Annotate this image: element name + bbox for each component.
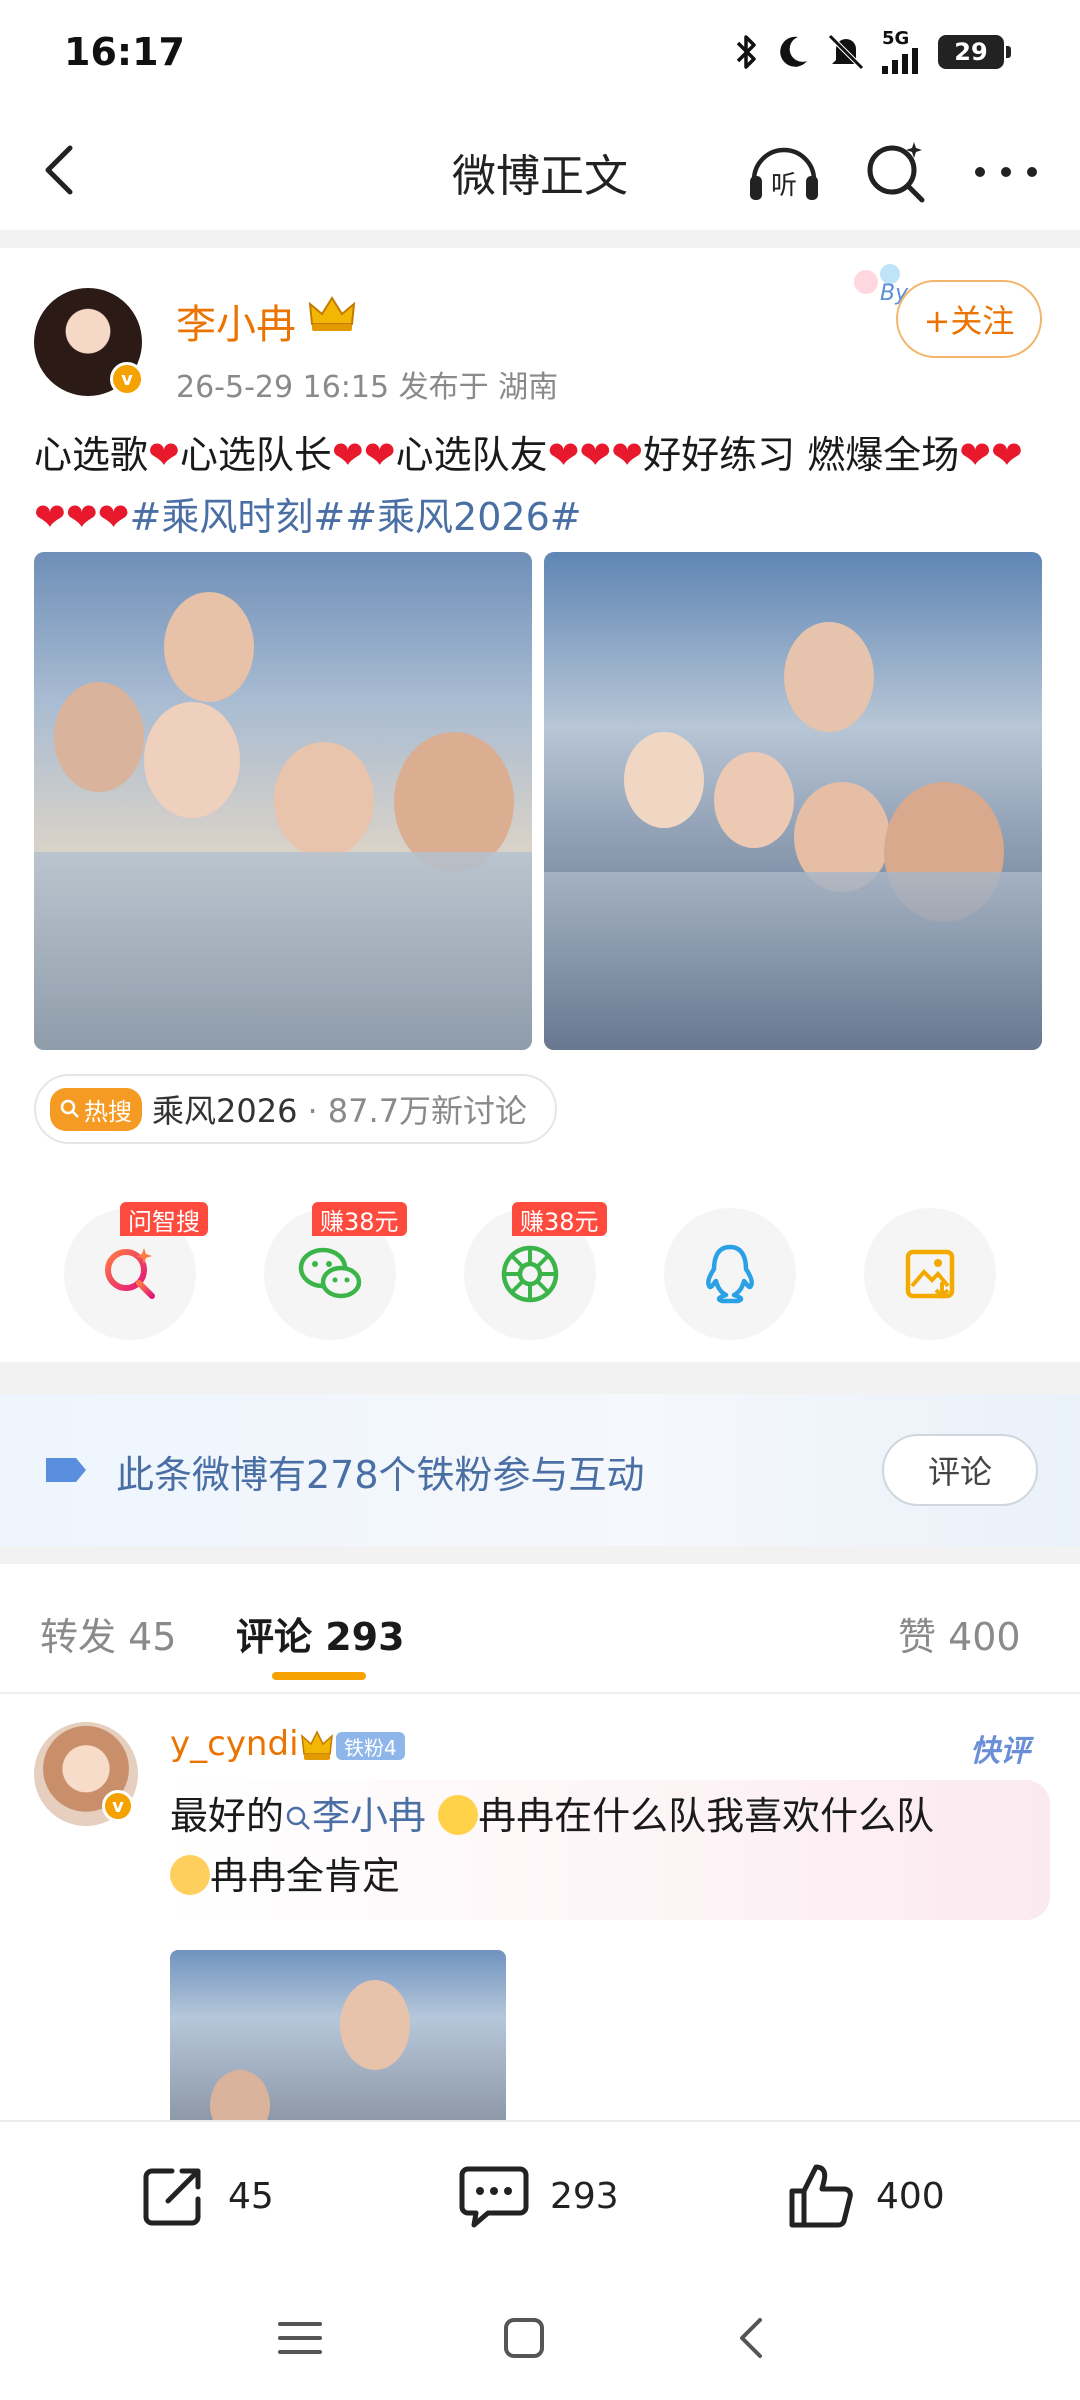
comment-line2: 冉冉全肯定	[210, 1854, 401, 1898]
comment-action[interactable]: 293	[458, 2156, 619, 2236]
post-text-segment: 心选歌	[34, 433, 149, 477]
iron-fans-banner: 此条微博有278个铁粉参与互动 评论	[0, 1394, 1080, 1546]
comment-line1-rest: 冉冉在什么队我喜欢什么队	[478, 1794, 935, 1838]
topic-link[interactable]: #乘风2026#	[345, 495, 581, 539]
hot-search-tag[interactable]: 热搜 乘风2026 · 87.7万新讨论	[34, 1074, 558, 1144]
crown-badge-icon	[308, 296, 356, 331]
fan-badge-label: 铁粉4	[336, 1732, 405, 1760]
post-text: 心选歌❤心选队长❤❤心选队友❤❤❤好好练习 燃爆全场❤❤❤❤❤#乘风时刻##乘风…	[34, 424, 1044, 548]
hot-search-topic: 乘风2026	[152, 1092, 298, 1130]
system-navigation-bar	[0, 2276, 1080, 2400]
wechat-icon	[298, 1247, 362, 1299]
status-bar: 16:17 5G 29	[0, 0, 1080, 110]
search-icon[interactable]	[860, 136, 932, 208]
comment-icon	[459, 2166, 529, 2228]
post-text-segment: 好好练习 燃爆全场	[643, 433, 960, 477]
tab-comments[interactable]: 评论 293	[236, 1606, 405, 1661]
section-divider	[0, 1362, 1080, 1394]
repost-icon	[143, 2168, 201, 2226]
fan-level-badge: 铁粉4	[300, 1728, 405, 1764]
tab-likes[interactable]: 赞 400	[898, 1606, 1021, 1661]
follow-button[interactable]: +关注	[896, 280, 1042, 358]
author-name[interactable]: 李小冉	[176, 292, 296, 350]
like-action[interactable]: 400	[786, 2156, 945, 2236]
comment-text: 最好的 李小冉 冉冉在什么队我喜欢什么队 冉冉全肯定	[170, 1786, 1030, 1906]
comment-mention[interactable]: 李小冉	[284, 1794, 426, 1838]
status-icons: 5G 29	[734, 28, 1011, 74]
listen-icon[interactable]: 听	[746, 136, 822, 208]
comment-prefix: 最好的	[170, 1794, 285, 1838]
nav-bar: 微博正文 听	[0, 118, 1080, 224]
post-meta: 26-5-29 16:15 发布于 湖南	[176, 370, 559, 405]
heart-emoji: ❤❤	[331, 433, 396, 477]
heart-emoji: ❤	[148, 433, 180, 477]
like-icon	[789, 2164, 853, 2228]
share-save-image[interactable]	[864, 1208, 996, 1340]
quick-comment-tag: 快评	[970, 1734, 1030, 1769]
commenter-name[interactable]: y_cyndi	[170, 1724, 299, 1764]
fans-icon	[46, 1458, 86, 1482]
hot-search-badge: 热搜	[50, 1087, 142, 1131]
share-badge-wechat: 赚38元	[312, 1202, 407, 1236]
post-text-segment: 心选队长	[179, 433, 332, 477]
fans-banner-text: 此条微博有278个铁粉参与互动	[116, 1453, 645, 1497]
post-image-1[interactable]	[34, 552, 532, 1050]
listen-label: 听	[771, 171, 797, 201]
share-qq[interactable]	[664, 1208, 796, 1340]
home-icon[interactable]	[502, 2316, 546, 2360]
ask-search-icon	[105, 1248, 155, 1299]
emoji-icon	[438, 1795, 479, 1835]
comment-image[interactable]	[170, 1950, 506, 2120]
fans-comment-button[interactable]: 评论	[882, 1434, 1038, 1506]
save-image-icon	[905, 1249, 955, 1299]
repost-count: 45	[228, 2175, 274, 2217]
post-text-segment: 心选队友	[395, 433, 548, 477]
system-back-icon[interactable]	[732, 2316, 772, 2360]
like-count: 400	[876, 2175, 945, 2217]
tab-divider	[0, 1692, 1080, 1694]
hot-search-count: · 87.7万新讨论	[307, 1092, 528, 1130]
verified-badge: v	[110, 362, 144, 396]
hot-search-label: 热搜	[84, 1097, 132, 1126]
search-small-icon	[60, 1099, 79, 1118]
comment-count: 293	[550, 2175, 619, 2217]
bottom-action-bar: 45 293 400	[0, 2120, 1080, 2276]
bluetooth-icon	[736, 35, 756, 69]
share-badge-ask: 问智搜	[120, 1202, 208, 1236]
menu-icon[interactable]	[276, 2318, 324, 2358]
status-time: 16:17	[64, 30, 185, 74]
share-badge-moments: 赚38元	[512, 1202, 607, 1236]
network-label: 5G	[882, 28, 910, 49]
post-image-2[interactable]	[544, 552, 1042, 1050]
heart-emoji: ❤❤❤	[547, 433, 644, 477]
comment-mention-name: 李小冉	[312, 1794, 427, 1838]
section-divider	[0, 230, 1080, 248]
tab-repost[interactable]: 转发 45	[40, 1606, 176, 1661]
repost-action[interactable]: 45	[138, 2156, 274, 2236]
crown-small-icon	[301, 1730, 333, 1760]
battery-icon: 29	[938, 35, 1011, 69]
topic-link[interactable]: #乘风时刻#	[130, 495, 346, 539]
mention-search-icon	[286, 1806, 310, 1830]
battery-level: 29	[954, 38, 988, 66]
section-divider	[0, 1546, 1080, 1564]
tab-active-indicator	[272, 1672, 366, 1680]
moments-icon	[501, 1245, 559, 1303]
mute-icon	[828, 34, 864, 70]
moon-icon	[780, 36, 807, 67]
commenter-verified-badge: v	[102, 1790, 134, 1822]
qq-icon	[706, 1244, 754, 1304]
more-icon[interactable]	[968, 136, 1044, 208]
emoji-icon	[170, 1855, 210, 1895]
signal-icon	[882, 48, 918, 74]
